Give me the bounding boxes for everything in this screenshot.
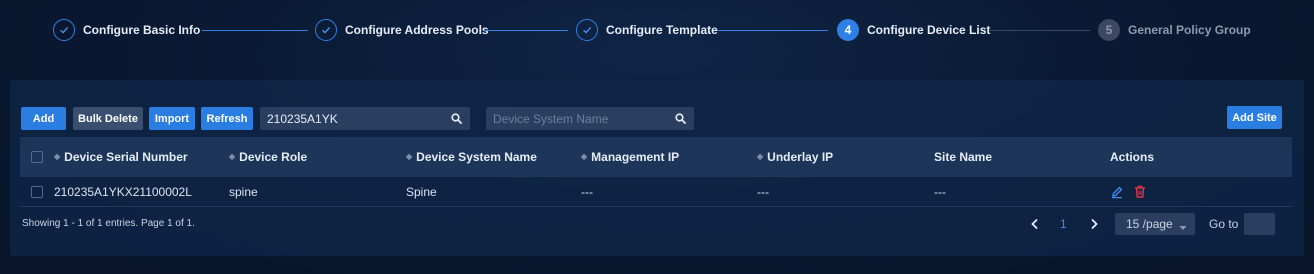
- search-icon[interactable]: [442, 107, 470, 130]
- check-icon: [315, 19, 337, 41]
- next-page-icon[interactable]: [1089, 218, 1099, 230]
- wizard-stepper: Configure Basic Info Configure Address P…: [0, 0, 1314, 60]
- select-all-checkbox[interactable]: [31, 151, 43, 163]
- sort-icon: ◆: [54, 152, 61, 161]
- check-icon: [53, 19, 75, 41]
- step-configure-address-pools[interactable]: Configure Address Pools: [315, 19, 489, 41]
- edit-icon[interactable]: [1110, 185, 1124, 199]
- system-name-search[interactable]: [486, 107, 694, 130]
- step-connector: [717, 30, 828, 31]
- step-configure-template[interactable]: Configure Template: [576, 19, 718, 41]
- page-size-select[interactable]: 15 /page: [1115, 213, 1195, 235]
- step-connector: [989, 30, 1090, 31]
- step-label: Configure Basic Info: [83, 23, 201, 37]
- sort-icon: ◆: [229, 152, 236, 161]
- import-button[interactable]: Import: [149, 107, 195, 130]
- cell-device-role: spine: [229, 184, 258, 199]
- bulk-delete-button[interactable]: Bulk Delete: [73, 107, 143, 130]
- step-configure-basic-info[interactable]: Configure Basic Info: [53, 19, 200, 41]
- serial-number-search-input[interactable]: [260, 107, 442, 130]
- device-table: ◆ Device Serial Number ◆ Device Role ◆ D…: [20, 137, 1292, 207]
- pagination: 1: [1030, 213, 1099, 235]
- add-button[interactable]: Add: [21, 107, 66, 130]
- step-label: General Policy Group: [1128, 23, 1251, 37]
- cell-site-name: ---: [934, 184, 946, 199]
- step-connector: [202, 30, 308, 31]
- sort-icon: ◆: [581, 152, 588, 161]
- cell-management-ip: ---: [581, 184, 593, 199]
- search-icon[interactable]: [666, 107, 694, 130]
- system-name-search-input[interactable]: [486, 107, 666, 130]
- prev-page-icon[interactable]: [1030, 218, 1040, 230]
- goto-page-input[interactable]: [1244, 213, 1275, 235]
- serial-number-search[interactable]: [260, 107, 470, 130]
- step-configure-device-list[interactable]: 4 Configure Device List: [837, 19, 990, 41]
- sort-icon: ◆: [406, 152, 413, 161]
- cell-system-name: Spine: [406, 184, 437, 199]
- sort-icon: ◆: [757, 152, 764, 161]
- check-icon: [576, 19, 598, 41]
- cell-underlay-ip: ---: [757, 184, 769, 199]
- add-site-button[interactable]: Add Site: [1227, 106, 1282, 129]
- step-label: Configure Device List: [867, 23, 991, 37]
- column-device-system-name[interactable]: ◆ Device System Name: [406, 150, 537, 164]
- column-site-name: Site Name: [934, 150, 993, 164]
- cell-serial-number: 210235A1YKX21100002L: [54, 184, 192, 199]
- column-device-serial-number[interactable]: ◆ Device Serial Number: [54, 150, 188, 164]
- page-size-value: 15 /page: [1126, 217, 1173, 231]
- goto-label: Go to: [1209, 217, 1239, 231]
- page-number[interactable]: 1: [1060, 217, 1067, 231]
- refresh-button[interactable]: Refresh: [201, 107, 253, 130]
- column-management-ip[interactable]: ◆ Management IP: [581, 150, 679, 164]
- column-actions: Actions: [1110, 150, 1155, 164]
- step-general-policy-group[interactable]: 5 General Policy Group: [1098, 19, 1251, 41]
- chevron-down-icon: [1179, 220, 1187, 234]
- column-underlay-ip[interactable]: ◆ Underlay IP: [757, 150, 833, 164]
- device-list-panel: Add Bulk Delete Import Refresh Add Site …: [10, 80, 1304, 256]
- table-row: 210235A1YKX21100002L spine Spine --- ---…: [20, 177, 1292, 207]
- cell-actions: [1110, 185, 1146, 199]
- delete-icon[interactable]: [1134, 185, 1146, 198]
- step-number: 5: [1098, 19, 1120, 41]
- step-label: Configure Address Pools: [345, 23, 489, 37]
- pagination-summary: Showing 1 - 1 of 1 entries. Page 1 of 1.: [22, 218, 195, 229]
- step-label: Configure Template: [606, 23, 718, 37]
- column-device-role[interactable]: ◆ Device Role: [229, 150, 307, 164]
- step-number: 4: [837, 19, 859, 41]
- table-header: ◆ Device Serial Number ◆ Device Role ◆ D…: [20, 137, 1292, 177]
- row-checkbox[interactable]: [31, 185, 43, 198]
- step-connector: [484, 30, 568, 31]
